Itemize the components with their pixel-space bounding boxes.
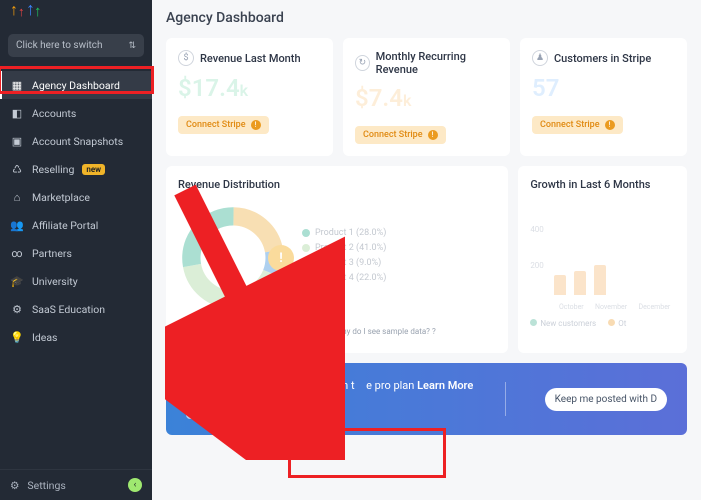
bar-chart: 400 200 October November December [530,203,675,313]
keep-posted-button[interactable]: Keep me posted with D [545,388,667,411]
kpi-title: Monthly Recurring Revenue [376,50,498,76]
nav-label: Partners [32,247,72,260]
nav-label: University [32,275,78,288]
kpi-mrr: ↻ Monthly Recurring Revenue $7.4k Connect… [343,38,510,156]
connect-stripe-button[interactable]: Connect Stripe! [355,126,446,144]
growth-legend: New customers Ot [530,319,675,328]
charts-row: Revenue Distribution ! Product 1 (28.0%)… [166,166,687,353]
sample-data-hint[interactable]: Why do I see sample data? [335,327,430,336]
sidebar-item-saas-education[interactable]: ⚙ SaaS Education [0,295,152,323]
sidebar-item-snapshots[interactable]: ▣ Account Snapshots [0,127,152,155]
kpi-value: $7.4k [355,84,498,112]
user-icon: ♟ [532,50,548,66]
accounts-icon: ◧ [10,106,24,120]
chart-title: Growth in Last 6 Months [530,178,675,191]
gear-icon: ⚙ [10,479,19,492]
sidebar-item-settings[interactable]: ⚙ Settings ‹ [0,469,152,500]
chevron-updown-icon: ⇅ [128,41,136,51]
nav-label: Settings [27,479,65,492]
kpi-value: $17.4k [178,74,321,102]
connect-stripe-button[interactable]: Connect Stripe! [532,116,623,134]
donut-chart: ! [178,203,288,313]
dashboard-icon: ▦ [10,78,24,92]
sidebar-item-reselling[interactable]: ♺ Reselling new [0,155,152,183]
nav-label: Agency Dashboard [32,79,120,92]
sidebar-item-agency-dashboard[interactable]: ▦ Agency Dashboard [0,71,152,99]
banner-document-icon [186,379,226,419]
nav-label: Reselling [32,163,74,176]
nav-label: Affiliate Portal [32,219,98,232]
nav-label: Account Snapshots [32,135,123,148]
affiliate-icon: 👥 [10,218,24,232]
main-content: Agency Dashboard $ Revenue Last Month $17… [152,0,701,500]
sidebar-item-accounts[interactable]: ◧ Accounts [0,99,152,127]
university-icon: 🎓 [10,274,24,288]
sidebar-item-marketplace[interactable]: ⌂ Marketplace [0,183,152,211]
page-title: Agency Dashboard [166,10,687,26]
sidebar-item-affiliate[interactable]: 👥 Affiliate Portal [0,211,152,239]
partners-icon: ∞ [10,246,24,260]
kpi-row: $ Revenue Last Month $17.4k Connect Strip… [166,38,687,156]
marketplace-icon: ⌂ [10,190,24,204]
logo: ↑ ↑ ↑ ↑ [0,0,152,28]
kpi-title: Customers in Stripe [554,52,651,65]
account-switcher[interactable]: Click here to switch ⇅ [8,34,144,57]
alert-icon: ! [605,120,615,130]
snapshot-icon: ▣ [10,134,24,148]
kpi-revenue-last-month: $ Revenue Last Month $17.4k Connect Strip… [166,38,333,156]
reselling-icon: ♺ [10,162,24,176]
banner-text: SaaS Mode is Live on t h e pro plan Lear… [244,379,473,419]
nav: ▦ Agency Dashboard ◧ Accounts ▣ Account … [0,71,152,469]
help-icon[interactable]: ? [432,327,436,336]
connect-stripe-button[interactable]: Connect Stripe! [239,323,330,341]
new-badge: new [82,164,105,175]
sidebar-item-university[interactable]: 🎓 University [0,267,152,295]
growth-card: Growth in Last 6 Months 400 200 October … [518,166,687,353]
alert-icon: ! [428,130,438,140]
connect-stripe-button[interactable]: Connect Stripe! [178,116,269,134]
kpi-customers: ♟ Customers in Stripe 57 Connect Stripe! [520,38,687,156]
learn-more-link[interactable]: Learn More [417,379,473,392]
sidebar: ↑ ↑ ↑ ↑ Click here to switch ⇅ ▦ Agency … [0,0,152,500]
nav-label: Ideas [32,331,57,344]
recurring-icon: ↻ [355,55,370,71]
kpi-value: 57 [532,74,675,102]
sidebar-item-ideas[interactable]: 💡 Ideas [0,323,152,351]
upgrade-now-button[interactable]: Upgrade Now› [244,398,334,419]
nav-label: Marketplace [32,191,90,204]
upgrade-banner: SaaS Mode is Live on t h e pro plan Lear… [166,363,687,435]
dollar-icon: $ [178,50,194,66]
nav-label: SaaS Education [32,303,105,316]
kpi-title: Revenue Last Month [200,52,301,65]
nav-label: Accounts [32,107,76,120]
divider [505,382,506,416]
alert-icon: ! [311,327,321,337]
sidebar-item-partners[interactable]: ∞ Partners [0,239,152,267]
ideas-icon: 💡 [10,330,24,344]
chart-legend: Product 1 (28.0%) Product 2 (41.0%) Prod… [302,228,386,288]
collapse-icon[interactable]: ‹ [128,478,142,492]
chart-title: Revenue Distribution [178,178,496,191]
saas-edu-icon: ⚙ [10,302,24,316]
alert-badge-icon: ! [268,245,294,271]
chevron-right-icon: › [319,403,322,414]
revenue-distribution-card: Revenue Distribution ! Product 1 (28.0%)… [166,166,508,353]
alert-icon: ! [251,120,261,130]
switcher-label: Click here to switch [16,40,103,51]
